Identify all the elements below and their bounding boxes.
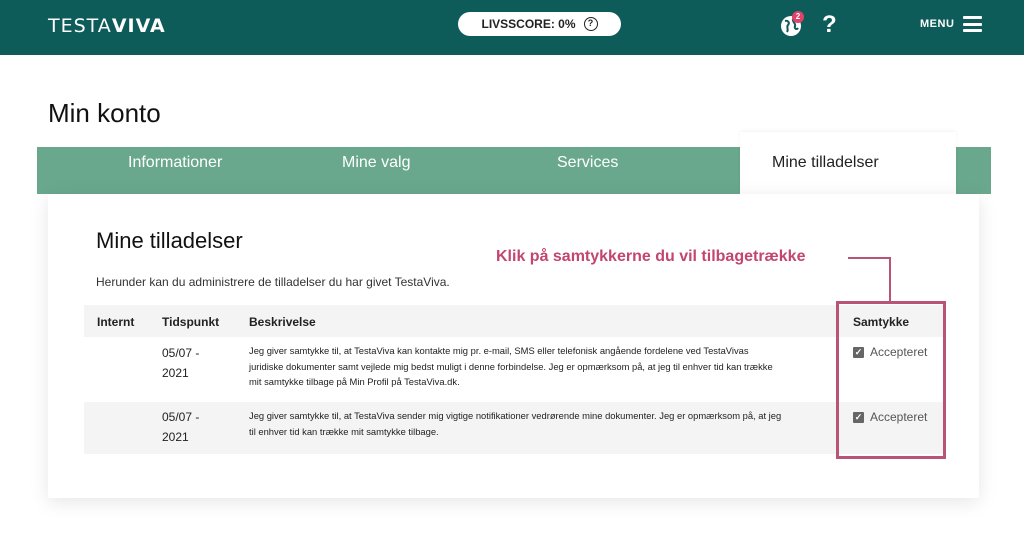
column-header-tidspunkt: Tidspunkt bbox=[162, 315, 220, 329]
row-1-date-line1: 05/07 - bbox=[162, 346, 200, 360]
logo-text-bold: VIVA bbox=[111, 15, 166, 37]
logo-text-light: TESTA bbox=[48, 15, 112, 37]
row-1-desc-line2: juridiske dokumenter samt vejlede mig be… bbox=[249, 360, 773, 372]
row-1-date-line2: 2021 bbox=[162, 366, 189, 380]
row-2-date-line2: 2021 bbox=[162, 430, 189, 444]
help-circle-icon[interactable]: ? bbox=[583, 17, 598, 31]
section-title: Mine tilladelser bbox=[96, 228, 243, 253]
menu-button[interactable]: MENU bbox=[920, 16, 983, 32]
row-2-date-line1: 05/07 - bbox=[162, 410, 200, 424]
hamburger-icon bbox=[963, 16, 983, 32]
row-2-date: 05/07 - 2021 bbox=[162, 407, 222, 447]
section-intro: Herunder kan du administrere de tilladel… bbox=[96, 275, 450, 289]
consent-column-highlight bbox=[836, 301, 946, 459]
testaviva-logo[interactable]: TESTAVIVA bbox=[48, 15, 166, 37]
tab-mine-tilladelser-label: Mine tilladelser bbox=[772, 154, 879, 171]
tab-mine-valg[interactable]: Mine valg bbox=[342, 153, 410, 173]
row-1-description: Jeg giver samtykke til, at TestaViva kan… bbox=[249, 343, 834, 390]
row-2-desc-line1: Jeg giver samtykke til, at TestaViva sen… bbox=[249, 410, 782, 421]
notification-badge: 2 bbox=[792, 11, 804, 23]
livsscore-label: LIVSSCORE: 0% bbox=[481, 17, 576, 31]
callout-connector-horizontal bbox=[848, 257, 890, 259]
row-1-desc-line1: Jeg giver samtykke til, at TestaViva kan… bbox=[249, 345, 749, 356]
tab-services[interactable]: Services bbox=[557, 153, 618, 173]
tab-informationer[interactable]: Informationer bbox=[128, 153, 222, 173]
column-header-beskrivelse: Beskrivelse bbox=[249, 315, 316, 329]
row-2-description: Jeg giver samtykke til, at TestaViva sen… bbox=[249, 408, 834, 439]
menu-label: MENU bbox=[920, 18, 955, 30]
row-1-date: 05/07 - 2021 bbox=[162, 343, 222, 383]
page-title: Min konto bbox=[48, 98, 161, 128]
help-question-icon[interactable]: ? bbox=[822, 10, 837, 40]
tab-mine-tilladelser[interactable]: Mine tilladelser bbox=[740, 132, 956, 194]
row-2-desc-line2: til enhver tid kan trække mit samtykke t… bbox=[249, 425, 439, 437]
livsscore-pill[interactable]: LIVSSCORE: 0% ? bbox=[458, 12, 621, 36]
callout-connector-vertical bbox=[889, 257, 891, 302]
column-header-internt: Internt bbox=[97, 315, 135, 329]
row-1-desc-line3: mit samtykke tilbage på Min Profil på Te… bbox=[249, 376, 460, 388]
instruction-callout: Klik på samtykkerne du vil tilbagetrække bbox=[496, 248, 806, 265]
